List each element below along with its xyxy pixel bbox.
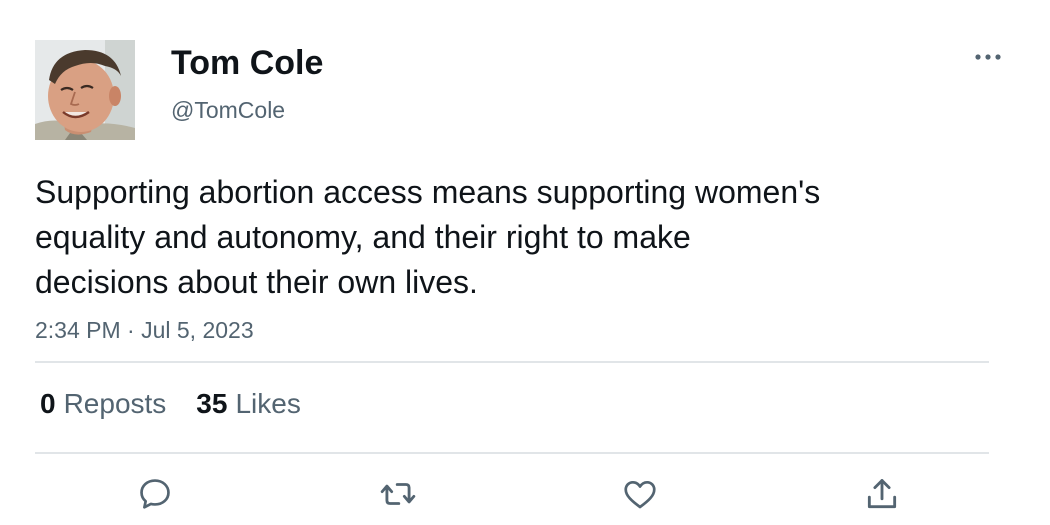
more-dots-icon <box>975 54 1001 60</box>
reposts-label: Reposts <box>63 388 167 419</box>
repost-button[interactable] <box>378 474 418 514</box>
likes-count: 35 <box>196 388 228 419</box>
heart-icon <box>624 480 656 509</box>
share-button[interactable] <box>862 474 902 514</box>
reposts-stat[interactable]: 0 Reposts <box>40 386 166 422</box>
engagement-stats: 0 Reposts 35 Likes <box>40 386 331 422</box>
reply-button[interactable] <box>135 474 175 514</box>
tweet-text: Supporting abortion access means support… <box>35 174 821 300</box>
repost-arrows-icon <box>380 483 416 505</box>
tweet-timestamp[interactable]: 2:34 PM · Jul 5, 2023 <box>35 315 254 345</box>
likes-stat[interactable]: 35 Likes <box>196 386 301 422</box>
tweet-card: Tom Cole @TomCole Supporting abortion ac… <box>0 0 1050 525</box>
like-button[interactable] <box>620 474 660 514</box>
speech-bubble-icon <box>140 479 170 509</box>
user-handle[interactable]: @TomCole <box>171 96 285 124</box>
share-upload-icon <box>867 479 897 509</box>
reposts-count: 0 <box>40 388 56 419</box>
more-options-button[interactable] <box>968 44 1008 70</box>
profile-photo-icon <box>35 40 135 140</box>
divider <box>35 452 989 454</box>
likes-label: Likes <box>235 388 301 419</box>
divider <box>35 361 989 363</box>
avatar[interactable] <box>35 40 135 140</box>
display-name[interactable]: Tom Cole <box>171 42 323 84</box>
